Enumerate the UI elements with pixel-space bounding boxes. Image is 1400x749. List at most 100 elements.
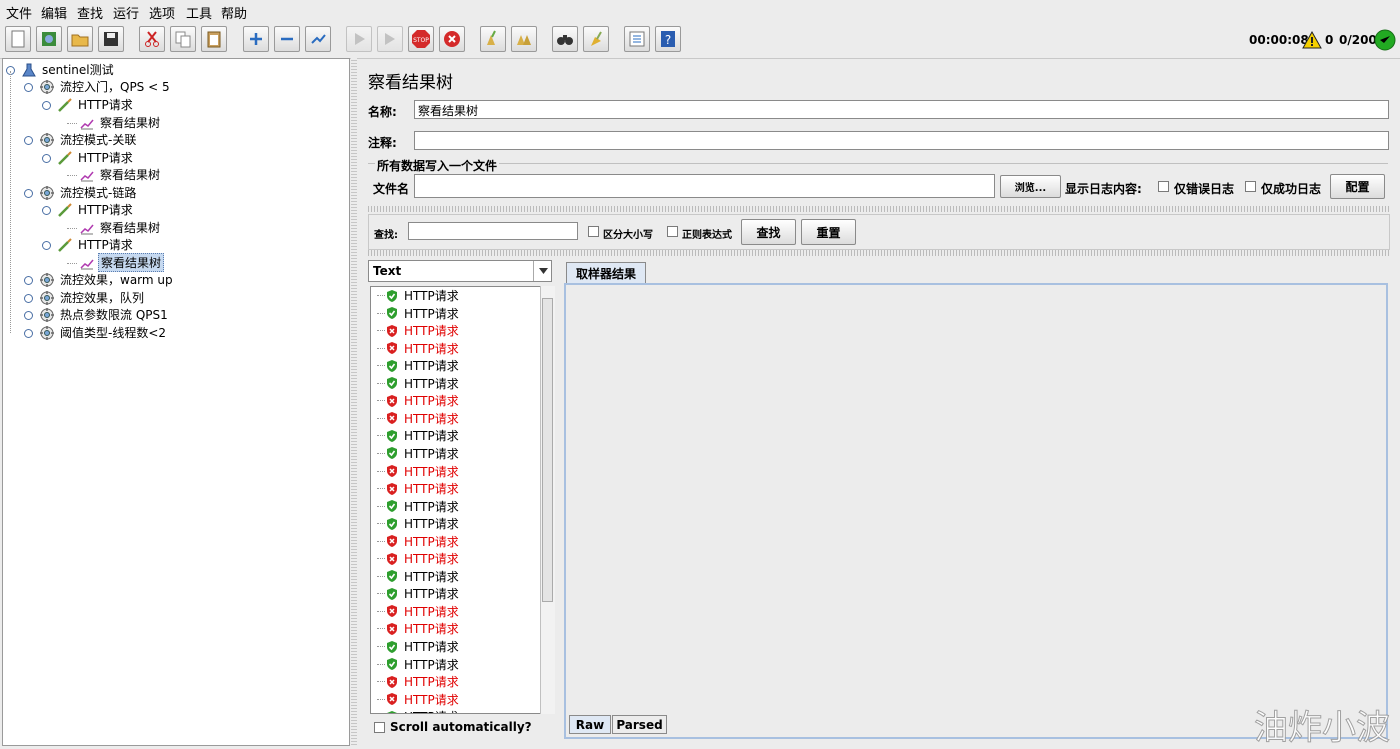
tree-item[interactable]: 阈值类型-线程数<2 — [39, 324, 168, 341]
tree-item[interactable]: 流控效果，warm up — [39, 271, 175, 288]
result-list-item[interactable]: HTTP请求 — [377, 287, 459, 304]
start-button[interactable] — [346, 26, 372, 52]
reset-button[interactable]: 重置 — [801, 219, 856, 245]
tree-item[interactable]: HTTP请求 — [57, 96, 135, 113]
menu-file[interactable]: 文件 — [6, 3, 32, 22]
tree-item[interactable]: 流控模式-关联 — [39, 131, 138, 148]
open-button[interactable] — [67, 26, 93, 52]
tree-toggle-icon[interactable] — [42, 101, 51, 110]
tree-item[interactable]: 察看结果树 — [79, 114, 162, 131]
function-helper-button[interactable] — [624, 26, 650, 52]
result-list-item[interactable]: HTTP请求 — [377, 550, 459, 567]
new-button[interactable] — [5, 26, 31, 52]
result-list-item[interactable]: HTTP请求 — [377, 340, 459, 357]
cut-button[interactable] — [139, 26, 165, 52]
result-list-item[interactable]: HTTP请求 — [377, 691, 459, 708]
scroll-auto-checkbox[interactable] — [374, 722, 385, 733]
clear-button[interactable] — [480, 26, 506, 52]
browse-button[interactable]: 浏览... — [1000, 175, 1061, 198]
success-only-checkbox[interactable] — [1245, 181, 1256, 192]
copy-button[interactable] — [170, 26, 196, 52]
filename-field[interactable] — [414, 174, 995, 198]
menu-search[interactable]: 查找 — [77, 3, 103, 22]
tree-item[interactable]: 流控效果，队列 — [39, 289, 146, 306]
chevron-down-icon[interactable] — [533, 261, 552, 281]
shutdown-button[interactable] — [439, 26, 465, 52]
tab-raw[interactable]: Raw — [569, 715, 611, 734]
result-list-item[interactable]: HTTP请求 — [377, 533, 459, 550]
renderer-select[interactable]: Text — [368, 260, 552, 282]
tree-toggle-icon[interactable] — [24, 311, 33, 320]
tree-item[interactable]: 流控模式-链路 — [39, 184, 138, 201]
menu-run[interactable]: 运行 — [113, 3, 139, 22]
search-input[interactable] — [408, 222, 578, 240]
name-field[interactable]: 察看结果树 — [414, 100, 1389, 119]
menu-edit[interactable]: 编辑 — [41, 3, 67, 22]
toggle-button[interactable] — [305, 26, 331, 52]
result-list-item[interactable]: HTTP请求 — [377, 585, 459, 602]
tree-toggle-icon[interactable] — [24, 294, 33, 303]
start-no-pause-button[interactable] — [377, 26, 403, 52]
help-button[interactable]: ? — [655, 26, 681, 52]
reset-search-button[interactable] — [583, 26, 609, 52]
scrollbar-thumb[interactable] — [542, 298, 553, 602]
tree-item[interactable]: sentinel测试 — [21, 61, 116, 78]
tree-item[interactable]: 察看结果树 — [79, 253, 165, 272]
menu-options[interactable]: 选项 — [149, 3, 175, 22]
clear-all-button[interactable] — [511, 26, 537, 52]
warning-icon[interactable] — [1302, 31, 1322, 49]
regex-checkbox[interactable] — [667, 226, 678, 237]
errors-only-checkbox[interactable] — [1158, 181, 1169, 192]
split-pane-divider[interactable] — [351, 58, 357, 747]
tab-sampler-result[interactable]: 取样器结果 — [566, 262, 646, 283]
splitter-bottom[interactable] — [368, 250, 1390, 256]
tree-toggle-icon[interactable] — [24, 329, 33, 338]
tree-item[interactable]: 流控入门，QPS < 5 — [39, 78, 172, 95]
result-list-item[interactable]: HTTP请求 — [377, 375, 459, 392]
tree-toggle-icon[interactable] — [24, 83, 33, 92]
configure-button[interactable]: 配置 — [1330, 174, 1385, 199]
tree-item[interactable]: HTTP请求 — [57, 201, 135, 218]
expand-button[interactable] — [243, 26, 269, 52]
splitter-top[interactable] — [368, 206, 1390, 212]
tree-item[interactable]: 察看结果树 — [79, 166, 162, 183]
tree-toggle-icon[interactable] — [42, 154, 51, 163]
result-list-item[interactable]: HTTP请求 — [377, 656, 459, 673]
result-list-item[interactable]: HTTP请求 — [377, 638, 459, 655]
tree-toggle-icon[interactable] — [24, 276, 33, 285]
find-button[interactable]: 查找 — [741, 219, 796, 245]
result-list-item[interactable]: HTTP请求 — [377, 568, 459, 585]
result-list-item[interactable]: HTTP请求 — [377, 603, 459, 620]
result-list-item[interactable]: HTTP请求 — [377, 620, 459, 637]
tree-item[interactable]: 察看结果树 — [79, 219, 162, 236]
menu-tools[interactable]: 工具 — [186, 3, 212, 22]
result-list-item[interactable]: HTTP请求 — [377, 410, 459, 427]
save-button[interactable] — [98, 26, 124, 52]
result-list-item[interactable]: HTTP请求 — [377, 708, 459, 713]
tree-toggle-icon[interactable] — [24, 189, 33, 198]
result-list-item[interactable]: HTTP请求 — [377, 392, 459, 409]
comment-field[interactable] — [414, 131, 1389, 150]
paste-button[interactable] — [201, 26, 227, 52]
result-list-item[interactable]: HTTP请求 — [377, 357, 459, 374]
tree-toggle-icon[interactable] — [42, 241, 51, 250]
templates-button[interactable] — [36, 26, 62, 52]
tree-item[interactable]: HTTP请求 — [57, 236, 135, 253]
menu-help[interactable]: 帮助 — [221, 3, 247, 22]
result-list-item[interactable]: HTTP请求 — [377, 515, 459, 532]
tab-parsed[interactable]: Parsed — [612, 715, 667, 734]
tree-item[interactable]: 热点参数限流 QPS1 — [39, 306, 170, 323]
stop-button[interactable]: STOP — [408, 26, 434, 52]
result-list-item[interactable]: HTTP请求 — [377, 322, 459, 339]
result-list-item[interactable]: HTTP请求 — [377, 427, 459, 444]
case-sensitive-checkbox[interactable] — [588, 226, 599, 237]
result-list-item[interactable]: HTTP请求 — [377, 498, 459, 515]
tree-toggle-icon[interactable] — [24, 136, 33, 145]
result-list-item[interactable]: HTTP请求 — [377, 463, 459, 480]
result-list-item[interactable]: HTTP请求 — [377, 673, 459, 690]
search-button[interactable] — [552, 26, 578, 52]
tree-item[interactable]: HTTP请求 — [57, 149, 135, 166]
tree-toggle-icon[interactable] — [42, 206, 51, 215]
result-list-item[interactable]: HTTP请求 — [377, 305, 459, 322]
result-list-item[interactable]: HTTP请求 — [377, 445, 459, 462]
